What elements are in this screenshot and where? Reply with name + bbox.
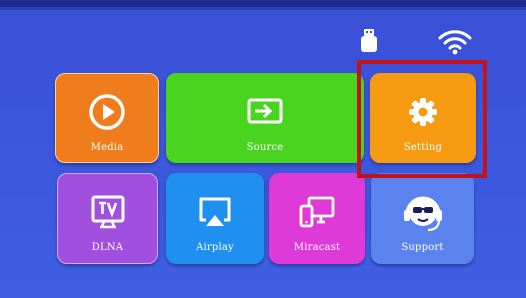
source-tile[interactable]: Source bbox=[166, 73, 364, 163]
dlna-label: DLNA bbox=[91, 242, 124, 253]
miracast-tile[interactable]: Miracast bbox=[269, 173, 365, 264]
headset-support-icon bbox=[403, 196, 442, 232]
airplay-tile[interactable]: Airplay bbox=[166, 173, 264, 264]
source-label: Source bbox=[246, 141, 284, 153]
airplay-icon bbox=[199, 197, 231, 226]
play-icon bbox=[89, 93, 125, 130]
usb-icon bbox=[361, 29, 377, 52]
input-source-icon bbox=[247, 98, 283, 123]
tv-icon bbox=[91, 195, 124, 229]
dlna-tile[interactable]: DLNA bbox=[57, 173, 158, 264]
media-label: Media bbox=[90, 141, 124, 153]
airplay-label: Airplay bbox=[196, 242, 234, 253]
wifi-icon bbox=[438, 30, 472, 55]
selection-highlight bbox=[357, 60, 487, 178]
media-tile[interactable]: Media bbox=[55, 73, 159, 163]
miracast-label: Miracast bbox=[293, 242, 341, 253]
support-label: Support bbox=[401, 242, 444, 253]
support-tile[interactable]: Support bbox=[371, 173, 474, 264]
screen-cast-icon bbox=[299, 196, 335, 228]
top-edge bbox=[0, 0, 526, 10]
